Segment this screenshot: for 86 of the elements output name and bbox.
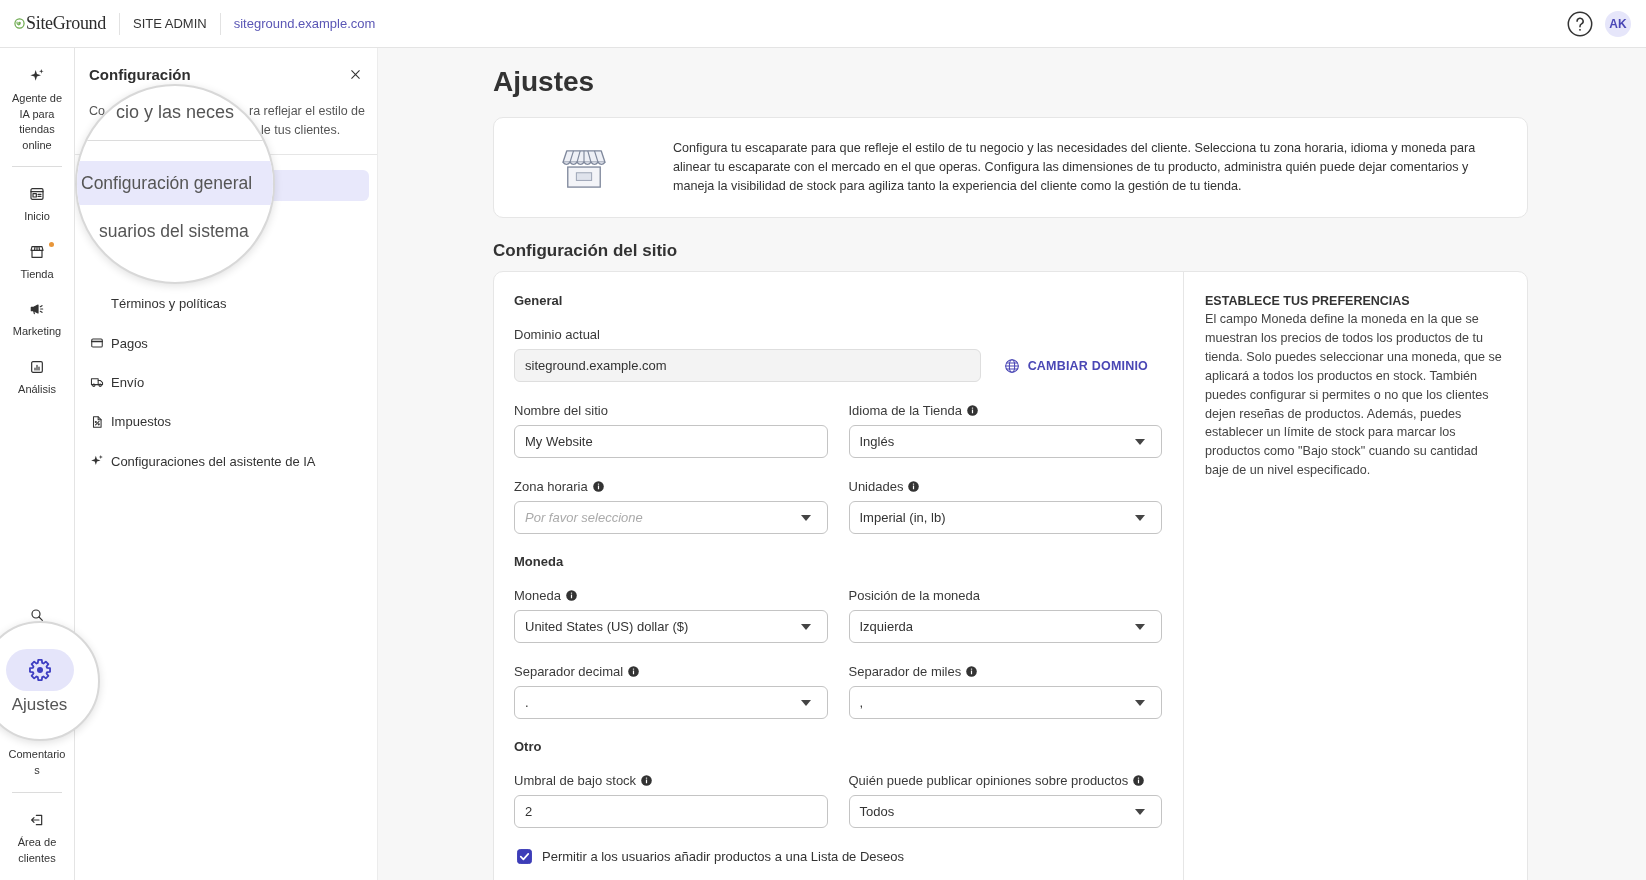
search-icon (29, 607, 45, 623)
page-title: Ajustes (493, 65, 596, 99)
info-icon[interactable] (628, 665, 640, 677)
info-icon[interactable] (966, 665, 978, 677)
rail-item[interactable]: Tienda (20, 243, 54, 282)
rail-item[interactable]: Agente de IA para tiendas online (7, 68, 67, 153)
dropdown[interactable]: . (514, 686, 828, 719)
nav-item[interactable]: Impuestos (83, 406, 178, 438)
caret-icon (1135, 808, 1145, 815)
rail-item[interactable]: Marketing (12, 301, 62, 340)
readonly-field[interactable]: siteground.example.com (514, 349, 981, 382)
field-label: Posición de la moneda (848, 587, 981, 603)
nav-item[interactable]: Términos y políticas (83, 288, 234, 320)
section-heading: General (514, 293, 564, 309)
caret-icon (800, 623, 811, 630)
spiral-logo-icon (14, 18, 25, 29)
field-label: Unidades (848, 478, 904, 494)
rail-item[interactable]: Comentarios (7, 747, 67, 778)
caret-icon (800, 514, 811, 521)
info-icon[interactable] (966, 404, 978, 416)
info-icon[interactable] (566, 589, 577, 601)
browser-window-icon (29, 186, 45, 202)
panel-description: ra reflejar el estilo de (248, 103, 365, 120)
input-field[interactable]: 2 (514, 795, 828, 828)
field-label: Idioma de la Tienda (848, 402, 962, 418)
field-label: Nombre del sitio (514, 402, 608, 418)
field-label: Umbral de bajo stock (514, 772, 637, 788)
field-label: Quién puede publicar opiniones sobre productos (848, 772, 1129, 788)
field-label: Separador de miles (848, 663, 962, 679)
field-label: Zona horaria (514, 478, 588, 494)
checkbox[interactable] (517, 848, 532, 864)
dropdown[interactable]: Imperial (in, lb) (848, 501, 1162, 534)
section-title: Configuración del sitio (493, 240, 679, 262)
rail-item[interactable]: Área de clientes (7, 812, 67, 866)
dropdown[interactable]: Todos (848, 795, 1162, 828)
rail-item[interactable]: Inicio (24, 186, 50, 225)
aside-text: El campo Moneda define la moneda en la que se muestran los precios de todos los productos de tu tienda. Solo puedes seleccionar una moneda, que se aplicará a todos los productos en stock. También puedes configurar si permites o no que los clientes dejen reseñas de productos. Además, puedes establecer un límite de stock para marcar los productos como "Bajo stock" cuando su cantidad baje de un nivel especificado. (1205, 311, 1503, 480)
logo-wordmark: SiteGround (26, 13, 106, 34)
nav-item[interactable]: Configuraciones del asistente de IA (83, 445, 323, 477)
panel-description: le tus clientes. (261, 122, 341, 139)
caret-icon (1135, 438, 1145, 445)
rail-item[interactable]: Ajustes (5, 649, 74, 715)
nav-item[interactable]: Pagos (83, 327, 155, 359)
rail-item[interactable] (29, 607, 45, 623)
dropdown[interactable]: Izquierda (848, 610, 1162, 643)
dropdown[interactable]: Inglés (848, 425, 1162, 458)
magnified-nav-item[interactable]: Configuración general (77, 161, 273, 205)
info-icon[interactable] (641, 774, 653, 786)
avatar[interactable]: AK (1605, 10, 1631, 37)
nav-item[interactable]: Envío (83, 366, 152, 398)
caret-icon (1135, 699, 1145, 706)
caret-icon (800, 699, 811, 706)
panel-description: Co (89, 103, 105, 120)
panel-title: Configuración (89, 65, 191, 83)
caret-icon (1135, 623, 1145, 630)
dropdown[interactable]: United States (US) dollar ($) (514, 610, 828, 643)
magnified-nav-item[interactable]: suarios del sistema (99, 220, 249, 242)
close-icon[interactable] (349, 67, 362, 81)
intro-text: Configura tu escaparate para que refleje el estilo de tu negocio y las necesidades del cliente. Selecciona tu zona horaria, idioma y moneda para alinear tu escaparate con el mercado en el que operas. Configura las dimensiones de tu producto, administra quién puede dejar comentarios y maneja la visibilidad de stock para agiliza tanto la experiencia del cliente como la gestión de tu tienda. (673, 140, 1477, 195)
globe-icon (1003, 357, 1020, 374)
field-label: Dominio actual (514, 326, 600, 342)
field-label: Separador decimal (514, 663, 624, 679)
exit-arrow-icon (29, 812, 45, 828)
field-label: Moneda (514, 587, 561, 603)
settings-icon (27, 658, 52, 682)
caret-icon (1135, 514, 1145, 521)
section-heading: Otro (514, 739, 543, 755)
magnified-text: cio y las neces (115, 101, 235, 123)
dropdown[interactable]: , (848, 686, 1162, 719)
change-domain-button[interactable]: CAMBIAR DOMINIO (989, 351, 1162, 380)
help-icon[interactable] (1567, 10, 1593, 37)
section-label: SITE ADMIN (133, 16, 207, 31)
truck-icon (90, 375, 104, 390)
store-icon (29, 243, 45, 260)
credit-card-icon (90, 336, 104, 351)
aside-heading: ESTABLECE TUS PREFERENCIAS (1205, 293, 1411, 309)
site-link[interactable]: siteground.example.com (233, 16, 376, 31)
rail-item[interactable]: Análisis (18, 358, 56, 397)
input-field[interactable]: My Website (514, 425, 828, 458)
info-icon[interactable] (908, 480, 920, 492)
info-icon[interactable] (1133, 774, 1145, 786)
info-icon[interactable] (592, 480, 604, 492)
bar-chart-icon (29, 358, 45, 375)
section-heading: Moneda (514, 554, 565, 570)
percent-document-icon (90, 414, 104, 429)
checkbox-label: Permitir a los usuarios añadir productos a una Lista de Deseos (542, 848, 905, 864)
